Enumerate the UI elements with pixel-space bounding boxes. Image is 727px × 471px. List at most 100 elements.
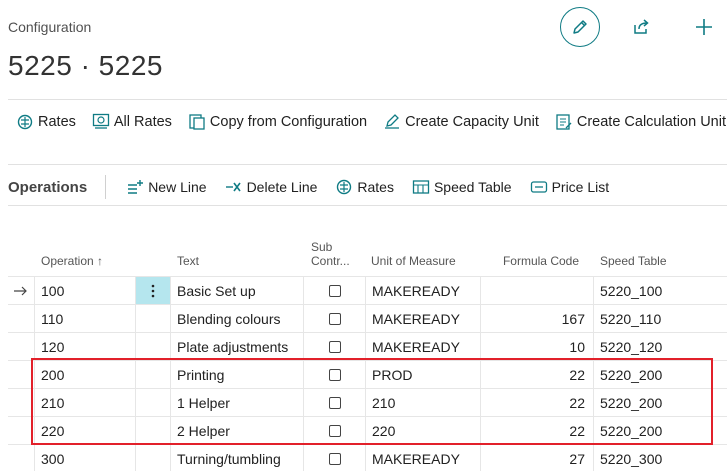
row-menu-cell[interactable] <box>136 305 171 333</box>
table-row[interactable]: 220 2 Helper 220 22 5220_200 <box>8 416 727 445</box>
new-button[interactable] <box>691 14 717 40</box>
edit-button[interactable] <box>560 7 600 47</box>
table-row[interactable]: 210 1 Helper 210 22 5220_200 <box>8 388 727 417</box>
new-line-action[interactable]: New Line <box>126 179 207 195</box>
table-row[interactable]: 120 Plate adjustments MAKEREADY 10 5220_120 <box>8 332 727 361</box>
speed-table-cell[interactable]: 5220_100 <box>594 277 727 305</box>
all-rates-icon <box>92 113 110 131</box>
share-button[interactable] <box>628 14 654 40</box>
sub-contr-cell[interactable] <box>304 277 366 305</box>
unit-of-measure-cell[interactable]: 220 <box>366 417 481 445</box>
sub-contr-checkbox[interactable] <box>328 313 341 325</box>
new-line-icon <box>126 179 144 195</box>
sub-contr-line1: Sub <box>311 240 333 254</box>
table-row[interactable]: 200 Printing PROD 22 5220_200 <box>8 360 727 389</box>
column-header-unit-of-measure[interactable]: Unit of Measure <box>371 236 483 276</box>
speed-table-cell[interactable]: 5220_110 <box>594 305 727 333</box>
column-header-text[interactable]: Text <box>177 236 307 276</box>
row-menu-cell[interactable] <box>136 417 171 445</box>
row-indicator <box>8 417 35 445</box>
column-header-operation[interactable]: Operation ↑ <box>41 236 171 276</box>
sub-contr-checkbox[interactable] <box>328 369 341 381</box>
sub-contr-checkbox[interactable] <box>328 425 341 437</box>
sub-contr-checkbox[interactable] <box>328 285 341 297</box>
formula-code-cell[interactable]: 22 <box>481 361 594 389</box>
operation-cell[interactable]: 120 <box>35 333 136 361</box>
create-capacity-unit-action[interactable]: Create Capacity Unit <box>383 113 539 131</box>
row-menu-cell[interactable] <box>136 389 171 417</box>
formula-code-cell[interactable]: 27 <box>481 445 594 471</box>
operations-title: Operations <box>8 178 88 196</box>
formula-code-cell[interactable]: 167 <box>481 305 594 333</box>
operation-cell[interactable]: 200 <box>35 361 136 389</box>
speed-table-cell[interactable]: 5220_200 <box>594 417 727 445</box>
sub-contr-cell[interactable] <box>304 417 366 445</box>
column-header-speed-table[interactable]: Speed Table <box>600 236 710 276</box>
text-cell[interactable]: Turning/tumbling <box>171 445 304 471</box>
formula-code-cell[interactable] <box>481 277 594 305</box>
sub-contr-checkbox[interactable] <box>328 397 341 409</box>
text-cell[interactable]: Blending colours <box>171 305 304 333</box>
unit-of-measure-cell[interactable]: MAKEREADY <box>366 277 481 305</box>
table-row[interactable]: 110 Blending colours MAKEREADY 167 5220_110 <box>8 304 727 333</box>
new-line-label: New Line <box>148 179 207 195</box>
row-menu-cell[interactable] <box>136 333 171 361</box>
speed-table-cell[interactable]: 5220_120 <box>594 333 727 361</box>
unit-of-measure-cell[interactable]: MAKEREADY <box>366 445 481 471</box>
operation-cell[interactable]: 210 <box>35 389 136 417</box>
table-row[interactable]: 100 Basic Set up MAKEREADY 5220_100 <box>8 276 727 305</box>
text-cell[interactable]: Plate adjustments <box>171 333 304 361</box>
row-menu-cell[interactable] <box>136 277 171 305</box>
text-cell[interactable]: 1 Helper <box>171 389 304 417</box>
sub-contr-cell[interactable] <box>304 389 366 417</box>
page-caption: Configuration <box>8 19 92 35</box>
arrow-right-icon <box>14 286 27 296</box>
formula-code-cell[interactable]: 22 <box>481 389 594 417</box>
sub-contr-checkbox[interactable] <box>328 341 341 353</box>
text-cell[interactable]: 2 Helper <box>171 417 304 445</box>
ops-rates-label: Rates <box>357 179 394 195</box>
divider <box>8 164 727 165</box>
text-cell[interactable]: Basic Set up <box>171 277 304 305</box>
sub-contr-cell[interactable] <box>304 361 366 389</box>
column-header-formula-code[interactable]: Formula Code <box>481 236 579 276</box>
text-cell[interactable]: Printing <box>171 361 304 389</box>
operation-cell[interactable]: 300 <box>35 445 136 471</box>
create-calculation-unit-action[interactable]: Create Calculation Unit <box>555 113 726 131</box>
row-menu-cell[interactable] <box>136 361 171 389</box>
unit-of-measure-cell[interactable]: 210 <box>366 389 481 417</box>
operation-cell[interactable]: 100 <box>35 277 136 305</box>
price-list-action[interactable]: Price List <box>530 179 609 195</box>
sub-contr-cell[interactable] <box>304 305 366 333</box>
plus-icon <box>696 19 712 35</box>
operation-cell[interactable]: 220 <box>35 417 136 445</box>
all-rates-label: All Rates <box>113 114 172 130</box>
sub-contr-cell[interactable] <box>304 333 366 361</box>
delete-line-action[interactable]: Delete Line <box>225 179 317 195</box>
speed-table-cell[interactable]: 5220_300 <box>594 445 727 471</box>
unit-of-measure-cell[interactable]: MAKEREADY <box>366 305 481 333</box>
action-bar: Rates All Rates Copy from Configuration … <box>8 111 727 133</box>
formula-code-cell[interactable]: 22 <box>481 417 594 445</box>
all-rates-action[interactable]: All Rates <box>92 113 172 131</box>
speed-table-cell[interactable]: 5220_200 <box>594 361 727 389</box>
more-options-icon[interactable] <box>151 284 155 298</box>
rates-action[interactable]: Rates <box>16 113 76 131</box>
copy-from-configuration-action[interactable]: Copy from Configuration <box>188 113 367 131</box>
divider <box>8 99 727 100</box>
sub-contr-cell[interactable] <box>304 445 366 471</box>
row-menu-cell[interactable] <box>136 445 171 471</box>
rates-label: Rates <box>38 114 76 130</box>
speed-table-action[interactable]: Speed Table <box>412 179 512 195</box>
row-indicator <box>8 361 35 389</box>
column-header-sub-contr[interactable]: Sub Contr... <box>311 236 367 276</box>
unit-of-measure-cell[interactable]: MAKEREADY <box>366 333 481 361</box>
unit-of-measure-cell[interactable]: PROD <box>366 361 481 389</box>
table-row[interactable]: 300 Turning/tumbling MAKEREADY 27 5220_300 <box>8 444 727 471</box>
sub-contr-checkbox[interactable] <box>328 453 341 465</box>
operation-cell[interactable]: 110 <box>35 305 136 333</box>
ops-rates-action[interactable]: Rates <box>335 179 394 195</box>
formula-code-cell[interactable]: 10 <box>481 333 594 361</box>
pencil-icon <box>573 20 587 34</box>
speed-table-cell[interactable]: 5220_200 <box>594 389 727 417</box>
